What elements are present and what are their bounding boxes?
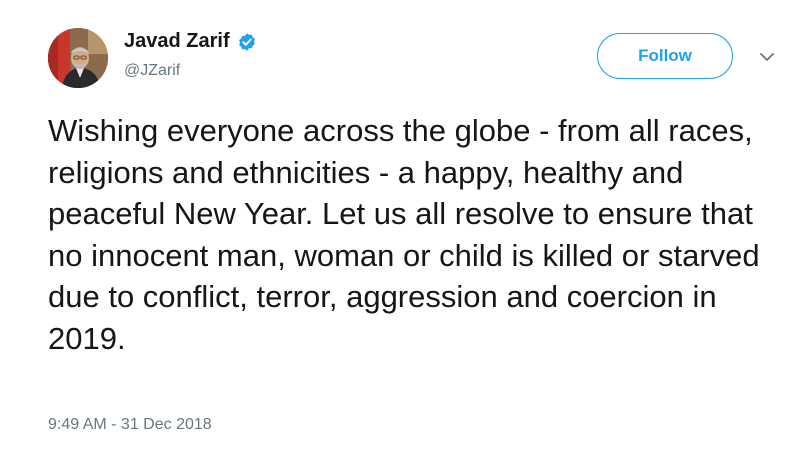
tweet-text: Wishing everyone across the globe - from… bbox=[48, 113, 760, 356]
chevron-down-icon[interactable] bbox=[759, 51, 775, 63]
verified-badge-icon bbox=[238, 32, 255, 51]
tweet-card: Javad Zarif @JZarif Follow Wishing every… bbox=[0, 0, 800, 450]
display-name-row[interactable]: Javad Zarif bbox=[124, 30, 257, 53]
avatar[interactable] bbox=[48, 28, 108, 88]
follow-button[interactable]: Follow bbox=[597, 33, 733, 79]
avatar-image bbox=[48, 28, 108, 88]
display-name[interactable]: Javad Zarif bbox=[124, 30, 230, 53]
tweet-timestamp[interactable]: 9:49 AM - 31 Dec 2018 bbox=[48, 416, 212, 434]
user-handle[interactable]: @JZarif bbox=[124, 62, 180, 80]
